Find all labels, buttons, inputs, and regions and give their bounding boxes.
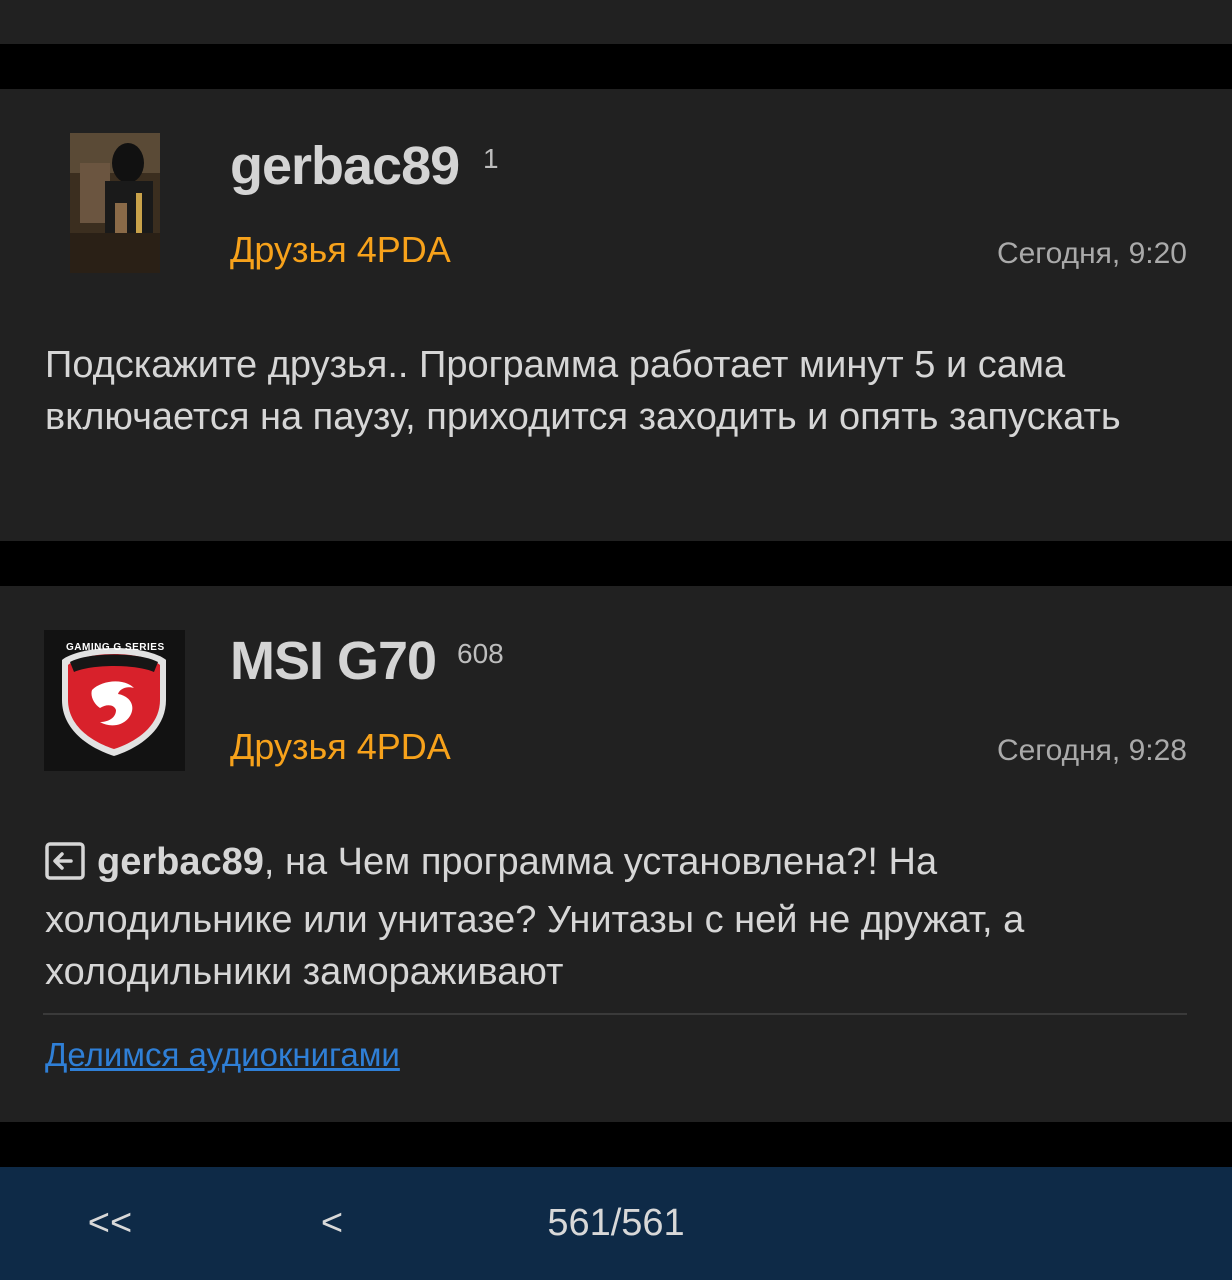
post-author[interactable]: MSI G70: [230, 630, 437, 692]
avatar[interactable]: GAMING G SERIES: [44, 630, 185, 771]
mention-username[interactable]: gerbac89: [97, 841, 264, 883]
previous-post-bottom: [0, 0, 1232, 44]
reputation-count: 1: [483, 143, 499, 174]
post-body: gerbac89, на Чем программа установлена?!…: [45, 836, 1195, 998]
reply-arrow-icon[interactable]: [45, 842, 85, 894]
post-body: Подскажите друзья.. Программа работает м…: [45, 344, 1121, 438]
first-page-button[interactable]: <<: [60, 1167, 160, 1280]
user-group: Друзья 4PDA: [230, 229, 451, 270]
pagination-bar: << < 561/561: [0, 1167, 1232, 1280]
previous-page-button[interactable]: <: [292, 1167, 372, 1280]
reputation-count: 608: [457, 638, 504, 669]
avatar[interactable]: [70, 133, 160, 273]
post-date: Сегодня, 9:20: [996, 237, 1187, 270]
forum-post: GAMING G SERIES MSI G70 608 Друзья 4PDA …: [0, 586, 1232, 1122]
page-counter[interactable]: 561/561: [500, 1167, 732, 1280]
forum-post: gerbac89 1 Друзья 4PDA Сегодня, 9:20 Под…: [0, 89, 1232, 541]
signature-link[interactable]: Делимся аудиокнигами: [45, 1036, 400, 1074]
post-author[interactable]: gerbac89: [230, 135, 460, 197]
avatar-badge-text: GAMING G SERIES: [66, 642, 165, 653]
forum-page: gerbac89 1 Друзья 4PDA Сегодня, 9:20 Под…: [0, 0, 1232, 1280]
signature-divider: [43, 1013, 1187, 1015]
user-group: Друзья 4PDA: [230, 726, 451, 767]
post-date: Сегодня, 9:28: [996, 734, 1187, 767]
